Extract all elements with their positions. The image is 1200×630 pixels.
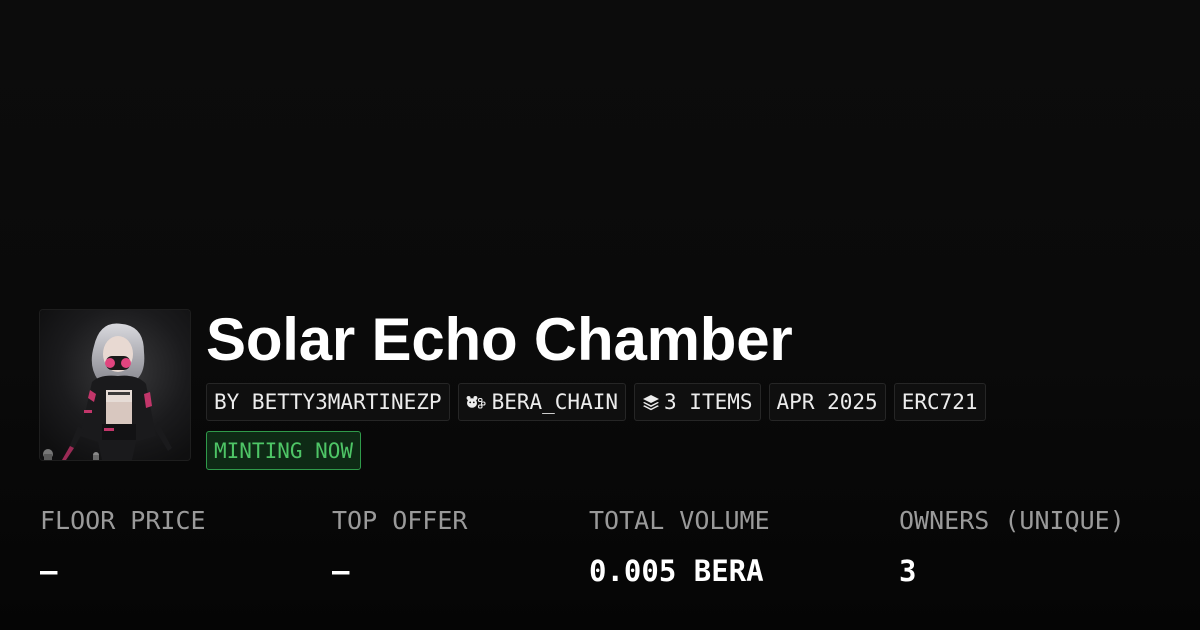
chain-label: BERA_CHAIN xyxy=(491,390,619,414)
collection-title: Solar Echo Chamber xyxy=(206,306,793,373)
owners-label: OWNERS (UNIQUE) xyxy=(899,506,1125,535)
collection-thumbnail xyxy=(40,310,190,460)
floor-price-value: – xyxy=(40,554,58,588)
top-offer-label: TOP OFFER xyxy=(332,506,468,535)
chain-chip[interactable]: BERA_CHAIN xyxy=(457,383,627,421)
total-volume-value: 0.005 BERA xyxy=(589,554,764,588)
layers-icon xyxy=(642,393,660,411)
owners-value: 3 xyxy=(899,554,917,588)
token-standard-chip: ERC721 xyxy=(893,383,986,421)
date-chip: APR 2025 xyxy=(768,383,886,421)
minting-status-label: MINTING NOW xyxy=(214,438,354,463)
creator-chip[interactable]: BY BETTY3MARTINEZP xyxy=(206,383,450,421)
items-count-chip[interactable]: 3 ITEMS xyxy=(634,383,761,421)
bear-chain-icon xyxy=(466,395,488,409)
minting-status-badge[interactable]: MINTING NOW xyxy=(206,431,362,470)
items-count-label: 3 ITEMS xyxy=(664,390,753,414)
top-offer-value: – xyxy=(332,554,350,588)
date-label: APR 2025 xyxy=(776,390,878,414)
creator-label: BY BETTY3MARTINEZP xyxy=(214,390,442,414)
collection-artwork-image xyxy=(40,310,190,460)
total-volume-label: TOTAL VOLUME xyxy=(589,506,770,535)
collection-meta-chips: BY BETTY3MARTINEZP BERA_CHAIN 3 ITEMS AP… xyxy=(206,383,986,421)
token-standard-label: ERC721 xyxy=(901,390,978,414)
floor-price-label: FLOOR PRICE xyxy=(40,506,206,535)
